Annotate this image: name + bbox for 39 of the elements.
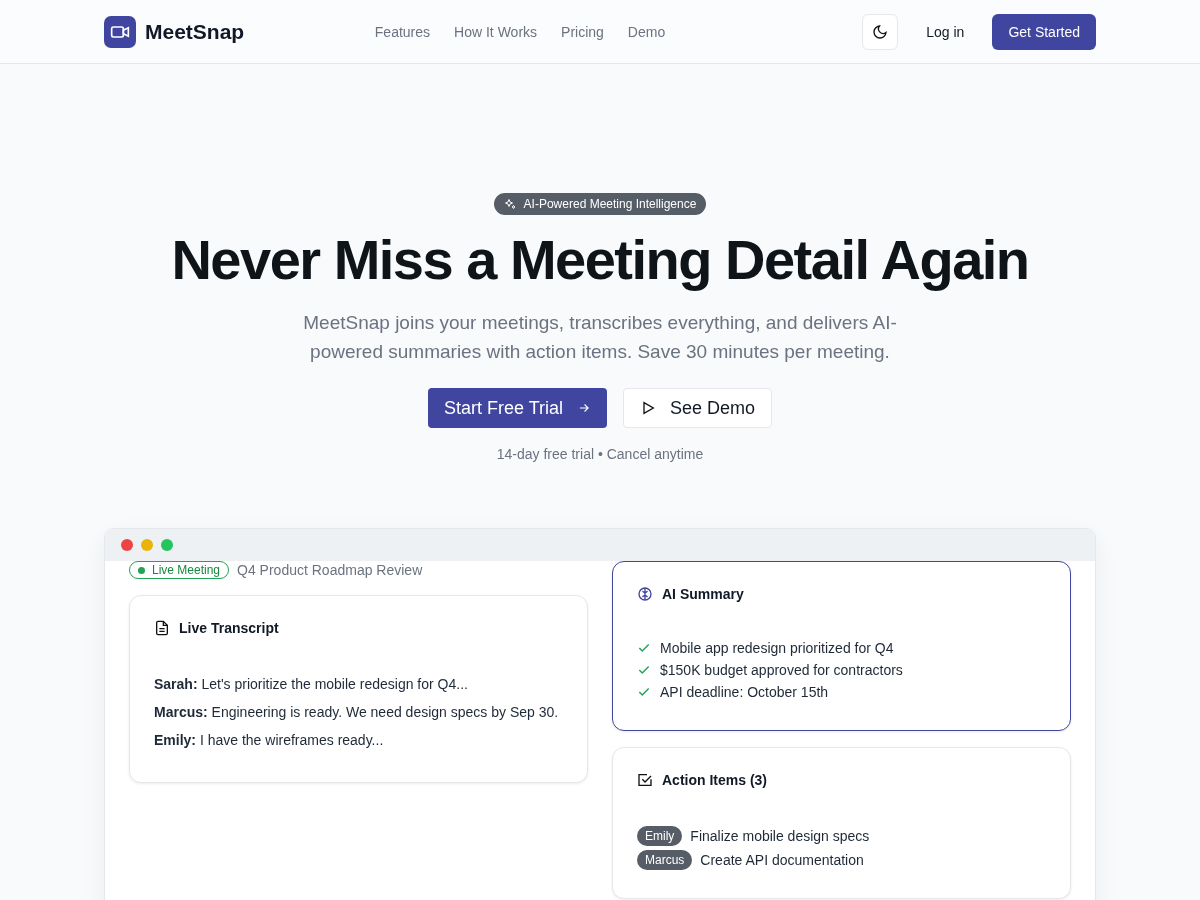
nav-link[interactable]: How It Works <box>454 23 538 40</box>
owner-tag: Marcus <box>637 850 693 870</box>
hero-badge: AI-Powered Meeting Intelligence <box>493 193 707 215</box>
check-icon <box>637 641 651 655</box>
checkbox-icon <box>637 772 653 788</box>
check-icon <box>637 685 651 699</box>
get-started-button[interactable]: Get Started <box>992 13 1096 50</box>
summary-point: $150K budget approved for contractors <box>660 662 903 678</box>
card-title: AI Summary <box>662 586 744 602</box>
transcript-line: Emily: I have the wireframes ready... <box>154 731 385 750</box>
nav-link[interactable]: Demo <box>627 23 666 40</box>
summary-point: Mobile app redesign prioritized for Q4 <box>660 640 894 656</box>
transcript-line: Marcus: Engineering is ready. We need design specs by Sep 30. <box>154 703 560 722</box>
summary-point: API deadline: October 15th <box>660 684 829 700</box>
action-item-text: Finalize mobile design specs <box>690 828 870 844</box>
owner-tag: Emily <box>637 826 683 846</box>
login-button[interactable]: Log in <box>908 15 983 48</box>
document-icon <box>154 620 170 636</box>
window-dot-icon <box>161 539 173 551</box>
see-demo-button[interactable]: See Demo <box>623 388 773 428</box>
theme-toggle-button[interactable] <box>862 13 899 50</box>
check-icon <box>637 663 651 677</box>
logo-icon[interactable] <box>104 15 136 48</box>
window-dot-icon <box>141 539 153 551</box>
start-trial-button[interactable]: Start Free Trial <box>427 388 607 428</box>
nav-link[interactable]: Pricing <box>561 23 604 40</box>
trial-note: 14-day free trial • Cancel anytime <box>496 446 704 462</box>
brand-name[interactable]: MeetSnap <box>145 19 245 44</box>
nav-link[interactable]: Features <box>374 23 431 40</box>
action-item-text: Create API documentation <box>700 852 864 868</box>
window-dot-icon <box>121 539 133 551</box>
card-title: Action Items (3) <box>662 772 767 788</box>
card-title: Live Transcript <box>179 620 279 636</box>
play-icon <box>640 400 656 416</box>
meeting-title: Q4 Product Roadmap Review <box>237 562 423 578</box>
moon-icon <box>872 23 889 40</box>
hero-subtitle: MeetSnap joins your meetings, transcribes everything, and delivers AI-powered summaries with action items. Save 30 minutes per meeting. <box>302 311 898 364</box>
hero-title: Never Miss a Meeting Detail Again <box>171 227 1029 292</box>
transcript-line: Sarah: Let's prioritize the mobile redesign for Q4... <box>154 675 469 694</box>
